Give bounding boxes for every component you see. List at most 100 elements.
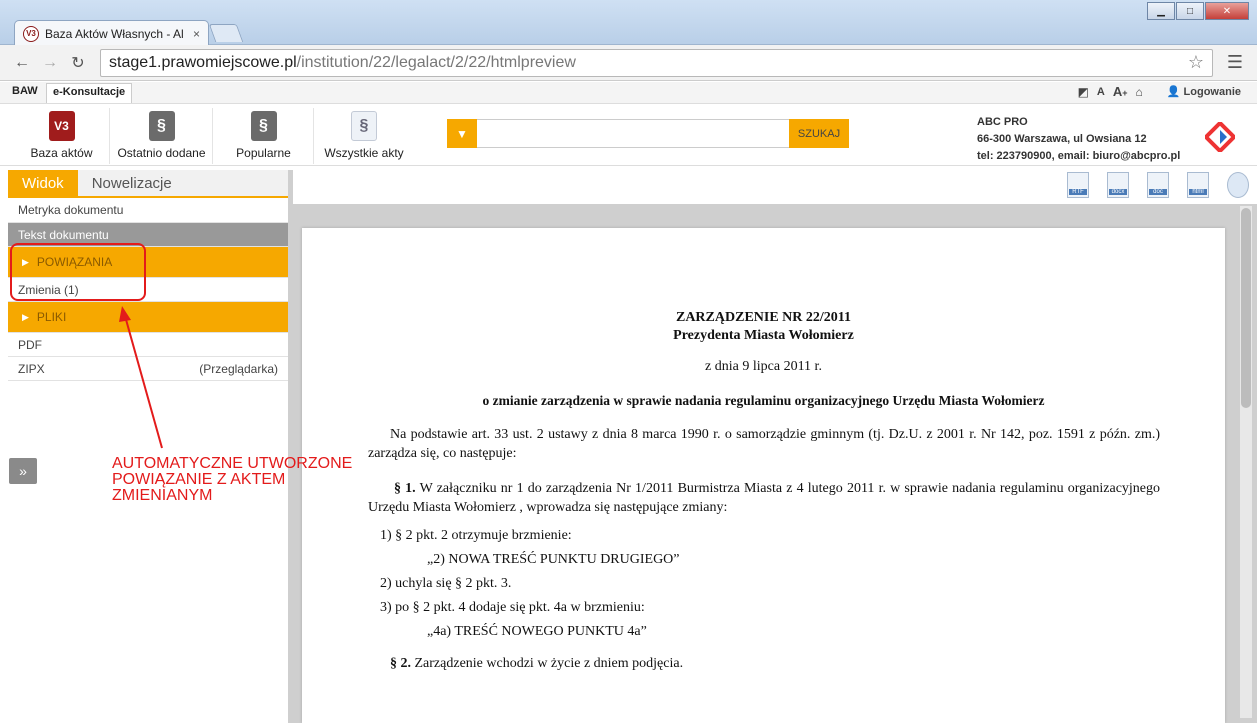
app-topbar: BAW e-Konsultacje ◩ A A+ ⌂ 👤 Logowanie <box>0 82 1257 104</box>
url-host: stage1.prawomiejscowe.pl <box>109 53 297 71</box>
document-subject: o zmianie zarządzenia w sprawie nadania … <box>482 393 1045 408</box>
expand-triangle-icon: ▶ <box>22 311 29 322</box>
font-increase-button[interactable]: A+ <box>1113 84 1128 99</box>
window-controls: ▁ □ ✕ <box>1146 2 1249 20</box>
przegladarka-link[interactable]: (Przeglądarka) <box>199 362 278 376</box>
tab-title: Baza Aktów Własnych - Al <box>45 26 184 41</box>
document-preamble: Na podstawie art. 33 ust. 2 ustawy z dni… <box>368 427 1160 461</box>
contrast-icon[interactable]: ◩ <box>1078 85 1089 99</box>
annotation-highlight-box <box>10 243 146 301</box>
document-item-3: 3) po § 2 pkt. 4 dodaje się pkt. 4a w br… <box>380 600 645 615</box>
document-paragraph-1: § 1. W załączniku nr 1 do zarządzenia Nr… <box>368 479 1160 517</box>
tab-widok[interactable]: Widok <box>8 170 78 196</box>
browser-tab[interactable]: V3 Baza Aktów Własnych - Al × <box>14 20 209 46</box>
sidebar-section-pliki[interactable]: ▶ PLIKI <box>8 302 288 333</box>
par2-text: Zarządzenie wchodzi w życie z dniem podj… <box>414 656 684 671</box>
tab-nowelizacje[interactable]: Nowelizacje <box>77 170 288 196</box>
font-increase-label: A <box>1112 84 1123 99</box>
new-tab-button[interactable] <box>208 24 244 42</box>
annotation-line-3: ZMIENIANYM <box>112 487 213 504</box>
login-label: Logowanie <box>1183 86 1241 98</box>
document-page: ZARZĄDZENIE NR 22/2011 Prezydenta Miasta… <box>302 228 1225 723</box>
par1-label: § 1. <box>394 481 416 496</box>
font-decrease-button[interactable]: A <box>1097 86 1105 98</box>
docx-tag: docx <box>1109 189 1127 195</box>
all-acts-icon: § <box>351 111 377 141</box>
home-icon[interactable]: ⌂ <box>1136 85 1143 99</box>
minimize-button[interactable]: ▁ <box>1147 2 1175 20</box>
baza-aktow-label: Baza aktów <box>30 146 93 160</box>
close-window-button[interactable]: ✕ <box>1205 2 1249 20</box>
search-button[interactable]: SZUKAJ <box>789 119 849 148</box>
company-address: 66-300 Warszawa, ul Owsiana 12 <box>977 133 1147 145</box>
pdf-label: PDF <box>18 337 42 352</box>
scroll-thumb[interactable] <box>1241 208 1251 408</box>
print-icon[interactable] <box>1227 172 1249 198</box>
wszystkie-akty-button[interactable]: § Wszystkie akty <box>315 108 413 164</box>
document-date: z dnia 9 lipca 2011 r. <box>705 359 822 374</box>
baza-icon: V3 <box>48 111 75 141</box>
document-item-1: 1) § 2 pkt. 2 otrzymuje brzmienie: <box>380 528 572 543</box>
accessibility-tools: ◩ A A+ ⌂ 👤 Logowanie <box>1070 84 1241 99</box>
expand-sidebar-button[interactable]: » <box>9 458 37 484</box>
zipx-label: ZIPX <box>18 361 45 376</box>
back-arrow-icon[interactable]: ← <box>8 54 36 72</box>
company-info: ABC PRO 66-300 Warszawa, ul Owsiana 12 t… <box>977 114 1180 165</box>
browser-titlebar: V3 Baza Aktów Własnych - Al × ▁ □ ✕ <box>0 0 1257 46</box>
export-doc-icon[interactable]: doc <box>1147 172 1169 198</box>
tab-close-icon[interactable]: × <box>193 27 200 41</box>
export-rtf-icon[interactable]: RTF <box>1067 172 1089 198</box>
tab-e-konsultacje[interactable]: e-Konsultacje <box>46 83 133 103</box>
tekst-label: Tekst dokumentu <box>18 227 109 242</box>
par2-label: § 2. <box>390 656 411 671</box>
browser-toolbar: ← → ↻ stage1.prawomiejscowe.pl/instituti… <box>0 45 1257 81</box>
search-input[interactable] <box>477 119 789 148</box>
metryka-label: Metryka dokumentu <box>18 203 124 217</box>
doc-tag: doc <box>1149 189 1167 195</box>
font-plus-label: + <box>1122 88 1128 98</box>
document-issuer: Prezydenta Miasta Wołomierz <box>673 328 854 343</box>
popularne-button[interactable]: § Popularne <box>214 108 314 164</box>
document-paragraph-2: § 2. Zarządzenie wchodzi w życie z dniem… <box>390 656 683 672</box>
site-favicon-icon: V3 <box>23 25 39 42</box>
maximize-button[interactable]: □ <box>1176 2 1204 20</box>
browser-menu-icon[interactable]: ☰ <box>1221 52 1249 73</box>
par1-text: W załączniku nr 1 do zarządzenia Nr 1/20… <box>368 481 1161 515</box>
html-tag: html <box>1189 189 1207 195</box>
document-item-3-quote: „4a) TREŚĆ NOWEGO PUNKTU 4a” <box>427 624 647 639</box>
rtf-tag: RTF <box>1069 189 1087 195</box>
company-logo-icon <box>1205 122 1235 152</box>
company-name: ABC PRO <box>977 116 1028 128</box>
sidebar-item-pdf[interactable]: PDF <box>8 333 288 357</box>
app-header: V3 Baza aktów § Ostatnio dodane § Popula… <box>0 104 1257 166</box>
baza-aktow-button[interactable]: V3 Baza aktów <box>14 108 110 164</box>
search-dropdown-icon[interactable]: ▼ <box>447 119 477 148</box>
document-item-1-quote: „2) NOWA TREŚĆ PUNKTU DRUGIEGO” <box>427 552 680 567</box>
ostatnio-dodane-button[interactable]: § Ostatnio dodane <box>111 108 213 164</box>
ostatnio-dodane-label: Ostatnio dodane <box>117 146 206 160</box>
popular-icon: § <box>250 111 277 141</box>
vertical-scrollbar[interactable] <box>1240 206 1252 718</box>
sidebar-tabs: Widok Nowelizacje <box>8 170 288 198</box>
login-link[interactable]: 👤 Logowanie <box>1167 85 1241 98</box>
document-title: ZARZĄDZENIE NR 22/2011 <box>675 310 852 325</box>
url-path: /institution/22/legalact/2/22/htmlprevie… <box>296 53 576 71</box>
reload-icon[interactable]: ↻ <box>64 53 92 73</box>
forward-arrow-icon[interactable]: → <box>36 54 64 72</box>
wszystkie-akty-label: Wszystkie akty <box>324 146 404 160</box>
address-bar[interactable]: stage1.prawomiejscowe.pl/institution/22/… <box>100 48 1213 77</box>
popularne-label: Popularne <box>236 146 291 160</box>
bookmark-star-icon[interactable]: ☆ <box>1188 52 1204 73</box>
pliki-label: PLIKI <box>36 310 67 324</box>
export-docx-icon[interactable]: docx <box>1107 172 1129 198</box>
sidebar-item-zipx[interactable]: ZIPX (Przeglądarka) <box>8 357 288 381</box>
export-icons: RTF docx doc html <box>1049 172 1249 198</box>
sidebar-item-metryka[interactable]: Metryka dokumentu <box>8 198 288 223</box>
annotation-text: AUTOMATYCZNE UTWORZONE POWIĄZANIE Z AKTE… <box>112 456 352 504</box>
annotation-line-2: POWIĄZANIE Z AKTEM <box>112 471 286 488</box>
recent-icon: § <box>148 111 175 141</box>
export-html-icon[interactable]: html <box>1187 172 1209 198</box>
company-contact: tel: 223790900, email: biuro@abcpro.pl <box>977 150 1181 162</box>
annotation-line-1: AUTOMATYCZNE UTWORZONE <box>112 455 353 472</box>
tab-baw[interactable]: BAW <box>6 83 44 103</box>
